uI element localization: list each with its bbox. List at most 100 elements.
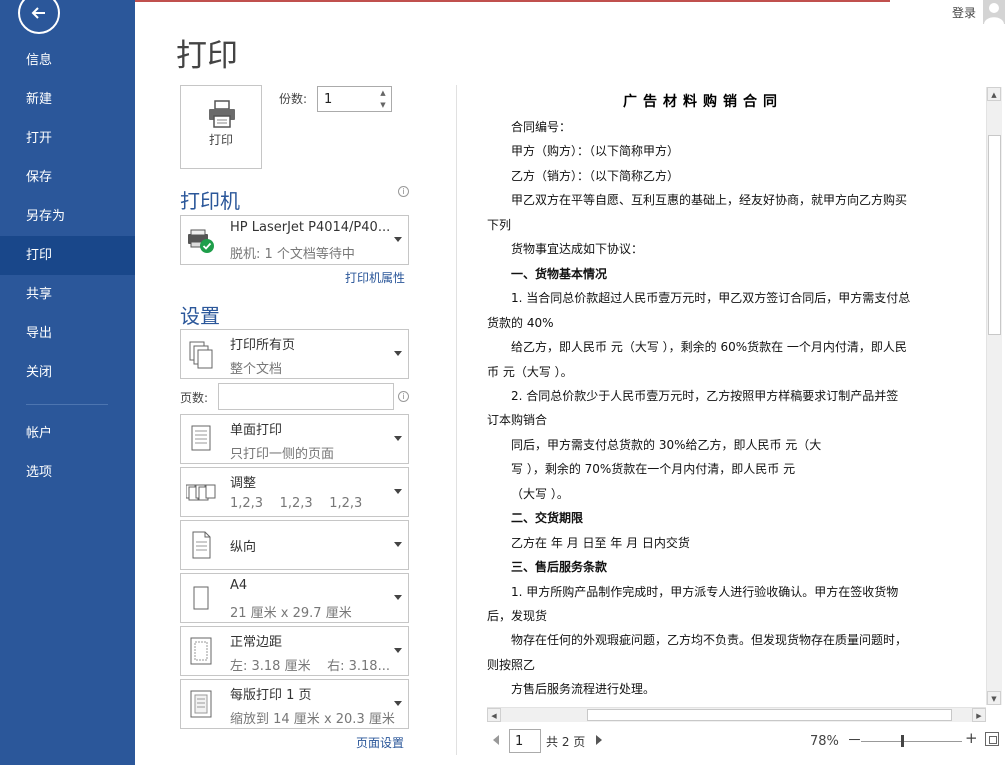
nav-item-share[interactable]: 共享 bbox=[0, 275, 135, 314]
paper-size-icon bbox=[193, 586, 209, 610]
nav-divider bbox=[26, 404, 108, 405]
pages-per-sheet-sub: 缩放到 14 厘米 x 20.3 厘米 bbox=[230, 712, 395, 727]
next-page-icon[interactable] bbox=[596, 735, 602, 745]
pages-per-sheet-icon bbox=[190, 690, 212, 718]
document-line: 同后，甲方需支付总货款的 30%给乙方，即人民币 元（大 bbox=[511, 437, 822, 452]
current-page-value[interactable]: 1 bbox=[515, 734, 523, 749]
document-line: 1. 甲方所购产品制作完成时，甲方派专人进行验收确认。甲方在签收货物 bbox=[511, 584, 899, 599]
orientation-select[interactable]: 纵向 bbox=[180, 520, 409, 570]
zoom-slider[interactable] bbox=[861, 741, 962, 742]
scroll-right-icon[interactable]: ▶ bbox=[972, 708, 986, 722]
scroll-left-icon[interactable]: ◀ bbox=[487, 708, 501, 722]
chevron-down-icon bbox=[394, 542, 402, 547]
previous-page-icon[interactable] bbox=[493, 735, 499, 745]
pages-per-sheet-title: 每版打印 1 页 bbox=[230, 688, 312, 703]
info-icon[interactable]: i bbox=[398, 186, 409, 197]
document-line: 物存在任何的外观瑕疵问题，乙方均不负责。但发现货物存在质量问题时， bbox=[511, 633, 908, 648]
spin-down-icon[interactable]: ▼ bbox=[375, 99, 391, 111]
sign-in-link[interactable]: 登录 bbox=[952, 4, 976, 21]
zoom-in-button[interactable]: + bbox=[965, 729, 978, 747]
document-line: 币 元（大写 ）。 bbox=[487, 364, 573, 379]
margins-title: 正常边距 bbox=[230, 635, 283, 650]
collate-icon bbox=[186, 484, 216, 501]
collate-select[interactable]: 调整 1,2,3 1,2,3 1,2,3 bbox=[180, 467, 409, 517]
document-line: 甲乙双方在平等自愿、互利互惠的基础上，经友好协商，就甲方向乙方购买 bbox=[511, 193, 908, 208]
nav-item-open[interactable]: 打开 bbox=[0, 119, 135, 158]
scroll-up-icon[interactable]: ▲ bbox=[987, 87, 1001, 101]
document-line: 乙方在 年 月 日至 年 月 日内交货 bbox=[511, 535, 690, 550]
copies-value[interactable]: 1 bbox=[324, 92, 332, 107]
back-button[interactable] bbox=[18, 0, 60, 34]
printer-select[interactable]: HP LaserJet P4014/P40... 脱机: 1 个文档等待中 bbox=[180, 215, 409, 265]
scroll-down-icon[interactable]: ▼ bbox=[987, 691, 1001, 705]
back-arrow-icon bbox=[31, 7, 45, 19]
document-line: 则按照乙 bbox=[487, 657, 536, 672]
nav-item-new[interactable]: 新建 bbox=[0, 80, 135, 119]
copies-stepper[interactable]: 1 ▲ ▼ bbox=[317, 86, 392, 112]
nav-item-print[interactable]: 打印 bbox=[0, 236, 135, 275]
sides-title: 单面打印 bbox=[230, 423, 283, 438]
document-line: 乙方（销方）：（以下简称乙方） bbox=[511, 168, 680, 183]
vertical-scroll-thumb[interactable] bbox=[988, 135, 1001, 335]
zoom-out-button[interactable]: － bbox=[847, 729, 862, 750]
print-range-select[interactable]: 打印所有页 整个文档 bbox=[180, 329, 409, 379]
backstage-nav: 信息 新建 打开 保存 另存为 打印 共享 导出 关闭 帐户 选项 bbox=[0, 0, 135, 765]
collate-sub: 1,2,3 1,2,3 1,2,3 bbox=[230, 496, 363, 511]
chevron-down-icon bbox=[394, 237, 402, 242]
all-pages-icon bbox=[189, 341, 213, 369]
zoom-slider-thumb[interactable] bbox=[901, 735, 904, 747]
paper-size-sub: 21 厘米 x 29.7 厘米 bbox=[230, 606, 352, 621]
vertical-scrollbar[interactable]: ▲ ▼ bbox=[986, 87, 1002, 705]
print-preview[interactable]: 广告材料购销合同 合同编号： 甲方（购方）：（以下简称甲方） 乙方（销方）：（以下简… bbox=[487, 85, 985, 705]
pages-label: 页数: bbox=[180, 391, 209, 405]
chevron-down-icon bbox=[394, 351, 402, 356]
orientation-title: 纵向 bbox=[230, 540, 257, 555]
portrait-page-icon bbox=[192, 531, 211, 559]
margins-icon bbox=[190, 637, 212, 665]
document-line: 一、货物基本情况 bbox=[511, 266, 608, 281]
printer-heading: 打印机 bbox=[180, 189, 240, 213]
print-range-sub: 整个文档 bbox=[230, 362, 283, 377]
nav-item-account[interactable]: 帐户 bbox=[0, 414, 135, 453]
current-page-input[interactable]: 1 bbox=[509, 729, 541, 753]
document-line: 1. 当合同总价款超过人民币壹万元时，甲乙双方签订合同后，甲方需支付总 bbox=[511, 291, 911, 306]
pages-per-sheet-select[interactable]: 每版打印 1 页 缩放到 14 厘米 x 20.3 厘米 bbox=[180, 679, 409, 729]
spin-up-icon[interactable]: ▲ bbox=[375, 87, 391, 99]
total-pages-label: 共 2 页 bbox=[546, 735, 586, 749]
user-avatar-icon bbox=[984, 3, 1004, 24]
nav-item-info[interactable]: 信息 bbox=[0, 41, 135, 80]
margins-select[interactable]: 正常边距 左: 3.18 厘米 右: 3.18... bbox=[180, 626, 409, 676]
zoom-level[interactable]: 78% bbox=[810, 734, 839, 749]
nav-item-save[interactable]: 保存 bbox=[0, 158, 135, 197]
paper-size-title: A4 bbox=[230, 578, 248, 593]
horizontal-scroll-thumb[interactable] bbox=[587, 709, 952, 721]
nav-item-save-as[interactable]: 另存为 bbox=[0, 197, 135, 236]
settings-heading: 设置 bbox=[180, 304, 220, 328]
document-line: 写 ），剩余的 70%货款在一个月内付清，即人民币 元 bbox=[511, 462, 796, 477]
page-setup-link[interactable]: 页面设置 bbox=[356, 734, 404, 751]
margins-sub: 左: 3.18 厘米 右: 3.18... bbox=[230, 659, 390, 674]
info-icon[interactable]: i bbox=[398, 391, 409, 402]
print-button[interactable]: 打印 bbox=[180, 85, 262, 169]
paper-size-select[interactable]: A4 21 厘米 x 29.7 厘米 bbox=[180, 573, 409, 623]
avatar[interactable] bbox=[983, 0, 1005, 24]
nav-item-export[interactable]: 导出 bbox=[0, 314, 135, 353]
horizontal-scrollbar[interactable]: ◀ ▶ bbox=[487, 707, 986, 722]
printer-ready-icon bbox=[188, 229, 214, 253]
chevron-down-icon bbox=[394, 648, 402, 653]
print-button-label: 打印 bbox=[208, 133, 233, 147]
printer-properties-link[interactable]: 打印机属性 bbox=[345, 269, 405, 286]
chevron-down-icon bbox=[394, 489, 402, 494]
document-line: 后，发现货 bbox=[487, 609, 548, 623]
page-title: 打印 bbox=[176, 38, 238, 74]
print-range-title: 打印所有页 bbox=[230, 338, 296, 353]
title-accent-line bbox=[135, 0, 890, 2]
nav-item-options[interactable]: 选项 bbox=[0, 453, 135, 492]
pages-input[interactable] bbox=[218, 383, 394, 410]
panel-divider bbox=[456, 85, 457, 755]
copies-label: 份数: bbox=[279, 92, 308, 106]
sides-sub: 只打印一侧的页面 bbox=[230, 447, 335, 462]
sides-select[interactable]: 单面打印 只打印一侧的页面 bbox=[180, 414, 409, 464]
zoom-to-page-icon[interactable] bbox=[985, 732, 999, 746]
nav-item-close[interactable]: 关闭 bbox=[0, 353, 135, 392]
